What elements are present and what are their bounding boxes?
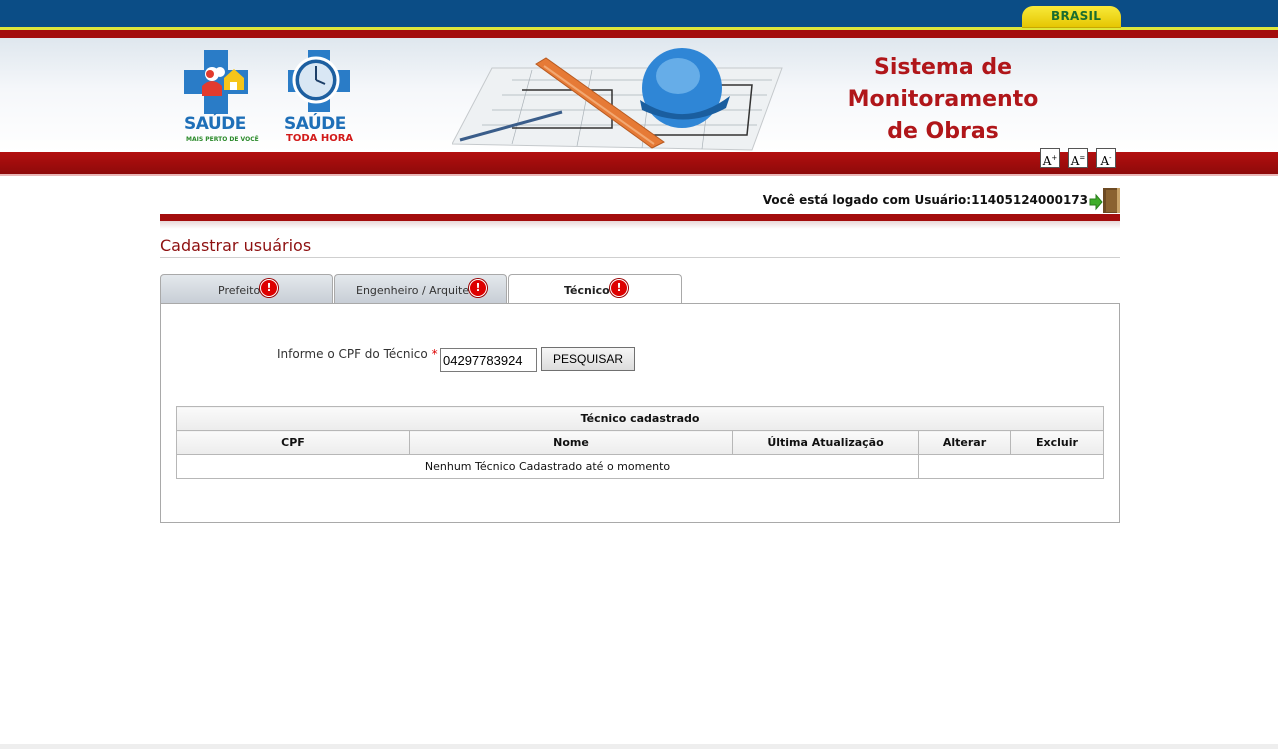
- header-bottom-stripe-line: [0, 174, 1278, 176]
- tab-tecnico-label: Técnico: [564, 284, 610, 297]
- reset-font-button[interactable]: A=: [1068, 148, 1088, 168]
- site-title-line-3: de Obras: [887, 119, 999, 144]
- page-title: Cadastrar usuários: [160, 236, 312, 255]
- increase-font-button[interactable]: A+: [1040, 148, 1060, 168]
- saude-logo-name: SAÚDE: [184, 114, 246, 134]
- header-top-stripe: [0, 30, 1278, 38]
- decrease-font-button[interactable]: A-: [1096, 148, 1116, 168]
- cpf-label-text: Informe o CPF do Técnico: [277, 347, 428, 361]
- table-header-row: CPF Nome Última Atualização Alterar Excl…: [176, 430, 1104, 455]
- search-button[interactable]: PESQUISAR: [541, 347, 635, 371]
- table-caption-row: Técnico cadastrado: [176, 406, 1104, 431]
- logout-door-icon[interactable]: [1089, 188, 1121, 214]
- tab-tecnico-warning-icon: !: [610, 279, 628, 297]
- saude-toda-hora-logo-name: SAÚDE: [284, 114, 346, 134]
- tab-engenheiro-warning-icon: !: [469, 279, 487, 297]
- user-bar-shadow: [160, 221, 1120, 229]
- required-mark: *: [431, 347, 438, 361]
- tab-engenheiro-arquiteto[interactable]: Engenheiro / Arquiteto !: [334, 274, 507, 303]
- empty-table-message: Nenhum Técnico Cadastrado até o momento: [176, 454, 919, 479]
- saude-logo-subtitle: MAIS PERTO DE VOCÊ: [186, 136, 259, 143]
- tab-prefeito[interactable]: Prefeito !: [160, 274, 333, 303]
- logged-user-text: Você está logado com Usuário:11405124000…: [762, 193, 1088, 207]
- tab-engenheiro-label: Engenheiro / Arquiteto: [356, 284, 481, 297]
- column-header-nome: Nome: [409, 430, 733, 455]
- brasil-link[interactable]: BRASIL: [1022, 6, 1121, 28]
- tab-prefeito-label: Prefeito: [218, 284, 261, 297]
- site-title-line-2: Monitoramento: [847, 87, 1039, 112]
- tab-prefeito-warning-icon: !: [260, 279, 278, 297]
- saude-mais-perto-logo-icon: [184, 50, 248, 114]
- blueprint-illustration: [452, 48, 783, 151]
- table-caption: Técnico cadastrado: [176, 406, 1104, 431]
- column-header-ultima-atualizacao: Última Atualização: [732, 430, 919, 455]
- tecnico-table: Técnico cadastrado CPF Nome Última Atual…: [176, 406, 1104, 479]
- brasil-label: BRASIL: [1051, 9, 1102, 23]
- column-header-excluir: Excluir: [1010, 430, 1104, 455]
- column-header-cpf: CPF: [176, 430, 410, 455]
- site-title: Sistema de Monitoramento de Obras: [820, 52, 1066, 148]
- site-title-line-1: Sistema de: [873, 55, 1012, 80]
- empty-table-cell: [918, 454, 1104, 479]
- column-header-alterar: Alterar: [918, 430, 1011, 455]
- user-bar-stripe: [160, 214, 1120, 221]
- tab-tecnico[interactable]: Técnico !: [508, 274, 682, 304]
- saude-toda-hora-logo-icon: [288, 50, 350, 112]
- cpf-field-label: Informe o CPF do Técnico *: [277, 347, 438, 361]
- table-row: Nenhum Técnico Cadastrado até o momento: [176, 454, 1104, 479]
- title-divider: [160, 257, 1120, 258]
- footer-strip: [0, 744, 1278, 749]
- cpf-input[interactable]: [440, 348, 537, 372]
- saude-toda-hora-logo-subtitle: TODA HORA: [286, 133, 354, 144]
